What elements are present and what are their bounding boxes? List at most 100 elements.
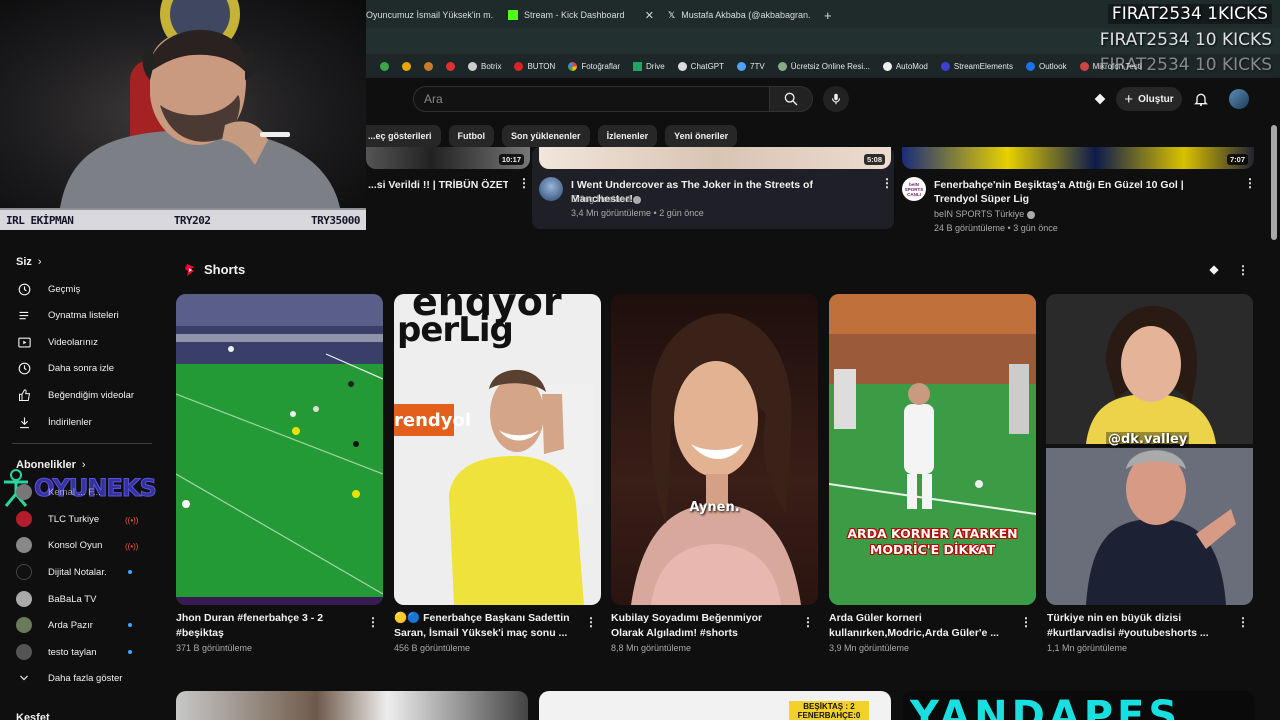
short-views: 8,8 Mn görüntüleme [611,643,692,653]
more-options-icon[interactable]: ⋮ [802,615,814,629]
short-title[interactable]: Arda Güler korneri kullanırken,Modric,Ar… [829,611,1009,641]
search-input[interactable]: Ara [413,86,770,112]
new-content-dot [128,570,132,574]
short-title[interactable]: Jhon Duran #fenerbahçe 3 - 2 #beşiktaş [176,611,356,641]
bookmark-icon[interactable] [380,61,389,71]
sidebar-sub-channel[interactable]: Arda Pazır [16,615,154,635]
video-thumbnail[interactable]: 5:08 [539,147,891,169]
notifications-button[interactable] [1193,90,1209,113]
bookmark-icon[interactable] [402,61,411,71]
football-scene [829,294,1036,605]
sidebar-item-label: Daha fazla göster [48,672,123,684]
bookmark-icon[interactable] [424,61,433,71]
bookmark-resize[interactable]: Ücretsiz Online Resi... [777,61,870,71]
video-thumbnail[interactable]: BEŞİKTAŞ : 2 FENERBAHÇE:0 [539,691,891,720]
score-line: BEŞİKTAŞ : 2 [803,702,855,711]
create-button[interactable]: + Oluştur [1116,87,1182,111]
sidebar-item-label: Geçmiş [48,283,81,295]
sidebar-sub-channel[interactable]: testo taylan [16,642,154,662]
channel-avatar[interactable]: beIN SPORTS CANLI [902,177,926,201]
short-thumbnail[interactable] [176,294,383,605]
channel-avatar[interactable] [539,177,563,201]
video-title[interactable]: ...si Verildi !! | TRİBÜN ÖZETİ [368,178,508,192]
sidebar-explore-label: Keşfet [16,712,50,720]
shorts-icon [185,263,194,276]
more-options-icon[interactable]: ⋮ [1020,615,1032,629]
chip-football[interactable]: Futbol [448,125,495,147]
bookmark-botrix[interactable]: Botrix [468,61,502,71]
shorts-cast-button[interactable] [1207,263,1221,282]
bell-icon [1194,93,1208,107]
bookmark-buton[interactable]: BUTON [514,61,556,71]
sidebar-you-header[interactable]: Siz › [16,256,42,268]
sidebar-sub-channel[interactable]: Kemal ... F... [16,482,154,502]
short-thumbnail[interactable]: ARDA KORNER ATARKEN MODRİC'E DİKKAT [829,294,1036,605]
sidebar-item-playlists[interactable]: Oynatma listeleri [16,305,154,325]
more-options-icon[interactable]: ⋮ [1237,263,1249,277]
voice-search-button[interactable] [823,86,849,112]
more-options-icon[interactable]: ⋮ [518,176,530,190]
sidebar-explore-header: Keşfet [16,712,50,720]
sidebar-sub-channel[interactable]: TLC Turkiye ((•)) [16,509,154,529]
video-title[interactable]: Fenerbahçe'nin Beşiktaş'a Attığı En Güze… [934,178,1229,206]
short-title[interactable]: Türkiye nin en büyük dizisi #kurtlarvadi… [1047,611,1227,641]
person-figure [449,369,584,605]
chip-new[interactable]: Yeni öneriler [665,125,738,147]
short-thumbnail[interactable]: @dk.valley [1046,294,1253,605]
bookmark-7tv[interactable]: 7TV [737,61,765,71]
sidebar-item-your-videos[interactable]: Videolarınız [16,332,154,352]
short-title[interactable]: 🟡🔵 Fenerbahçe Başkanı Sadettin Saran, İs… [394,611,574,641]
browser-tab-1[interactable]: Oyuncumuz İsmail Yüksek'in m... ✕ [366,4,494,26]
account-avatar[interactable] [1229,89,1249,109]
sidebar-item-downloads[interactable]: İndirilenler [16,412,154,432]
bookmark-chatgpt[interactable]: ChatGPT [677,61,724,71]
more-options-icon[interactable]: ⋮ [367,615,379,629]
channel-avatar [16,537,32,553]
more-options-icon[interactable]: ⋮ [881,176,893,190]
more-options-icon[interactable]: ⋮ [585,615,597,629]
channel-name[interactable]: Erling Haaland [571,192,641,207]
short-thumbnail[interactable]: ehdyor perLig rendyol [394,294,601,605]
channel-avatar [16,511,32,527]
close-icon[interactable]: ✕ [645,9,654,22]
more-options-icon[interactable]: ⋮ [1244,176,1256,190]
scrollbar-thumb[interactable] [1271,125,1277,240]
new-tab-button[interactable]: + [824,4,838,26]
short-thumbnail[interactable]: Aynen. [611,294,818,605]
chip-highlights[interactable]: ...eç gösterileri [366,125,441,147]
divider [12,443,152,444]
channel-label: beIN SPORTS Türkiye [934,209,1025,219]
cast-button[interactable] [1092,91,1108,112]
search-icon [784,92,798,106]
video-thumbnail[interactable]: 10:17 [366,147,530,169]
bookmark-label: BUTON [527,61,556,71]
sidebar-sub-channel[interactable]: Konsol Oyun ((•)) [16,535,154,555]
bookmark-label: Botrix [481,61,502,71]
bookmark-photos[interactable]: Fotoğraflar [568,61,620,71]
bookmark-icon[interactable] [446,61,455,71]
video-thumbnail[interactable]: 7:07 [902,147,1254,169]
short-views: 1,1 Mn görüntüleme [1047,643,1128,653]
sidebar-item-label: Daha sonra izle [48,362,115,374]
search-button[interactable] [769,86,813,112]
bookmark-automod[interactable]: AutoMod [882,61,928,71]
more-options-icon[interactable]: ⋮ [1237,615,1249,629]
video-thumbnail[interactable]: YANDAPES [902,691,1254,720]
sidebar-show-more[interactable]: Daha fazla göster [16,668,154,688]
bookmark-streamelements[interactable]: StreamElements [940,61,1013,71]
bookmark-drive[interactable]: Drive [633,61,665,71]
sidebar-item-watch-later[interactable]: Daha sonra izle [16,358,154,378]
browser-tab-3[interactable]: 𝕏 Mustafa Akbaba (@akbabagran... ✕ [668,4,810,26]
sidebar-item-history[interactable]: Geçmiş [16,279,154,299]
short-title[interactable]: Kubilay Soyadımı Beğenmiyor Olarak Algıl… [611,611,791,641]
sidebar-sub-channel[interactable]: BaBaLa TV [16,589,154,609]
chip-recent[interactable]: Son yüklenenler [502,125,590,147]
channel-name[interactable]: beIN SPORTS Türkiye [934,207,1035,222]
video-thumbnail[interactable] [176,691,528,720]
video-meta: 3,4 Mn görüntüleme • 2 gün önce [571,208,704,218]
browser-tab-2[interactable]: Stream - Kick Dashboard ✕ [508,4,654,26]
sidebar-sub-channel[interactable]: Dijital Notalar. [16,562,154,582]
bookmark-outlook[interactable]: Outlook [1026,61,1067,71]
sidebar-item-liked[interactable]: Beğendiğim videolar [16,385,154,405]
chip-watched[interactable]: İzlenenler [597,125,658,147]
